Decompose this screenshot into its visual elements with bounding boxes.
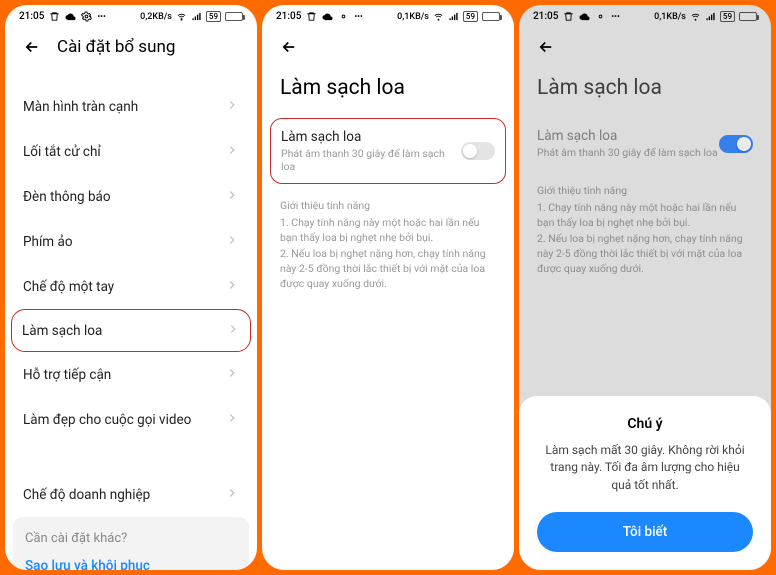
cloud-icon — [65, 11, 76, 22]
status-bar: 21:05 ••• 0,1KB/s 59 — [262, 5, 514, 26]
phone-screen-3: 21:05 ••• 0,1KB/s 59 Làm sạch loa Làm sạ… — [519, 5, 771, 570]
signal-icon — [191, 11, 202, 22]
cloud-icon — [322, 11, 333, 22]
modal-overlay[interactable]: Chú ý Làm sạch mất 30 giây. Không rời kh… — [519, 5, 771, 570]
row-clear-speaker[interactable]: Làm sạch loa — [11, 309, 251, 352]
toggle-row-clear-speaker[interactable]: Làm sạch loa Phát âm thanh 30 giây để là… — [270, 118, 506, 184]
row-fullscreen[interactable]: Màn hình tràn cạnh — [11, 84, 251, 129]
chevron-right-icon — [225, 485, 239, 504]
confirm-button[interactable]: Tôi biết — [537, 512, 753, 552]
row-onehand[interactable]: Chế độ một tay — [11, 264, 251, 309]
settings-icon — [81, 11, 92, 22]
chevron-right-icon — [225, 142, 239, 161]
chevron-right-icon — [225, 365, 239, 384]
row-enterprise[interactable]: Chế độ doanh nghiệp — [11, 472, 251, 517]
page-title: Cài đặt bổ sung — [57, 37, 175, 57]
back-button[interactable] — [278, 36, 300, 58]
footer-question: Cần cài đặt khác? — [25, 531, 237, 546]
chevron-right-icon — [225, 232, 239, 251]
page-title: Làm sạch loa — [262, 68, 514, 118]
header: Cài đặt bổ sung — [5, 26, 257, 68]
battery-icon — [225, 12, 243, 21]
row-accessibility[interactable]: Hỗ trợ tiếp cận — [11, 352, 251, 397]
delete-icon — [306, 11, 317, 22]
status-speed: 0,2KB/s — [140, 12, 172, 22]
header — [262, 26, 514, 68]
sheet-title: Chú ý — [537, 416, 753, 432]
phone-screen-1: 21:05 ••• 0,2KB/s 59 Cài đặt bổ sung Màn… — [5, 5, 257, 570]
battery-text: 59 — [206, 11, 221, 22]
status-speed: 0,1KB/s — [397, 12, 429, 22]
chevron-right-icon — [225, 410, 239, 429]
bottom-sheet: Chú ý Làm sạch mất 30 giây. Không rời kh… — [519, 396, 771, 570]
battery-icon — [482, 12, 500, 21]
chevron-right-icon — [226, 321, 240, 340]
chevron-right-icon — [225, 187, 239, 206]
phone-screen-2: 21:05 ••• 0,1KB/s 59 Làm sạch loa Làm sạ… — [262, 5, 514, 570]
status-bar: 21:05 ••• 0,2KB/s 59 — [5, 5, 257, 26]
status-time: 21:05 — [19, 11, 44, 22]
row-led[interactable]: Đèn thông báo — [11, 174, 251, 219]
chevron-right-icon — [225, 97, 239, 116]
row-gesture[interactable]: Lối tắt cử chỉ — [11, 129, 251, 174]
feature-description: Giới thiệu tính năng 1. Chạy tính năng n… — [262, 184, 514, 305]
wifi-icon — [433, 11, 444, 22]
row-virtual-keys[interactable]: Phím ảo — [11, 219, 251, 264]
toggle-title: Làm sạch loa — [281, 129, 461, 145]
toggle-switch[interactable] — [461, 142, 495, 160]
toggle-subtitle: Phát âm thanh 30 giây để làm sạch loa — [281, 147, 461, 173]
signal-icon — [448, 11, 459, 22]
settings-icon — [338, 11, 349, 22]
status-time: 21:05 — [276, 11, 301, 22]
back-button[interactable] — [21, 36, 43, 58]
sheet-body: Làm sạch mất 30 giây. Không rời khỏi tra… — [537, 442, 753, 494]
settings-list: Màn hình tràn cạnh Lối tắt cử chỉ Đèn th… — [5, 68, 257, 517]
link-backup[interactable]: Sao lưu và khôi phục — [25, 558, 237, 570]
delete-icon — [49, 11, 60, 22]
footer-card: Cần cài đặt khác? Sao lưu và khôi phục H… — [13, 517, 249, 570]
chevron-right-icon — [225, 277, 239, 296]
wifi-icon — [176, 11, 187, 22]
row-video-beauty[interactable]: Làm đẹp cho cuộc gọi video — [11, 397, 251, 442]
